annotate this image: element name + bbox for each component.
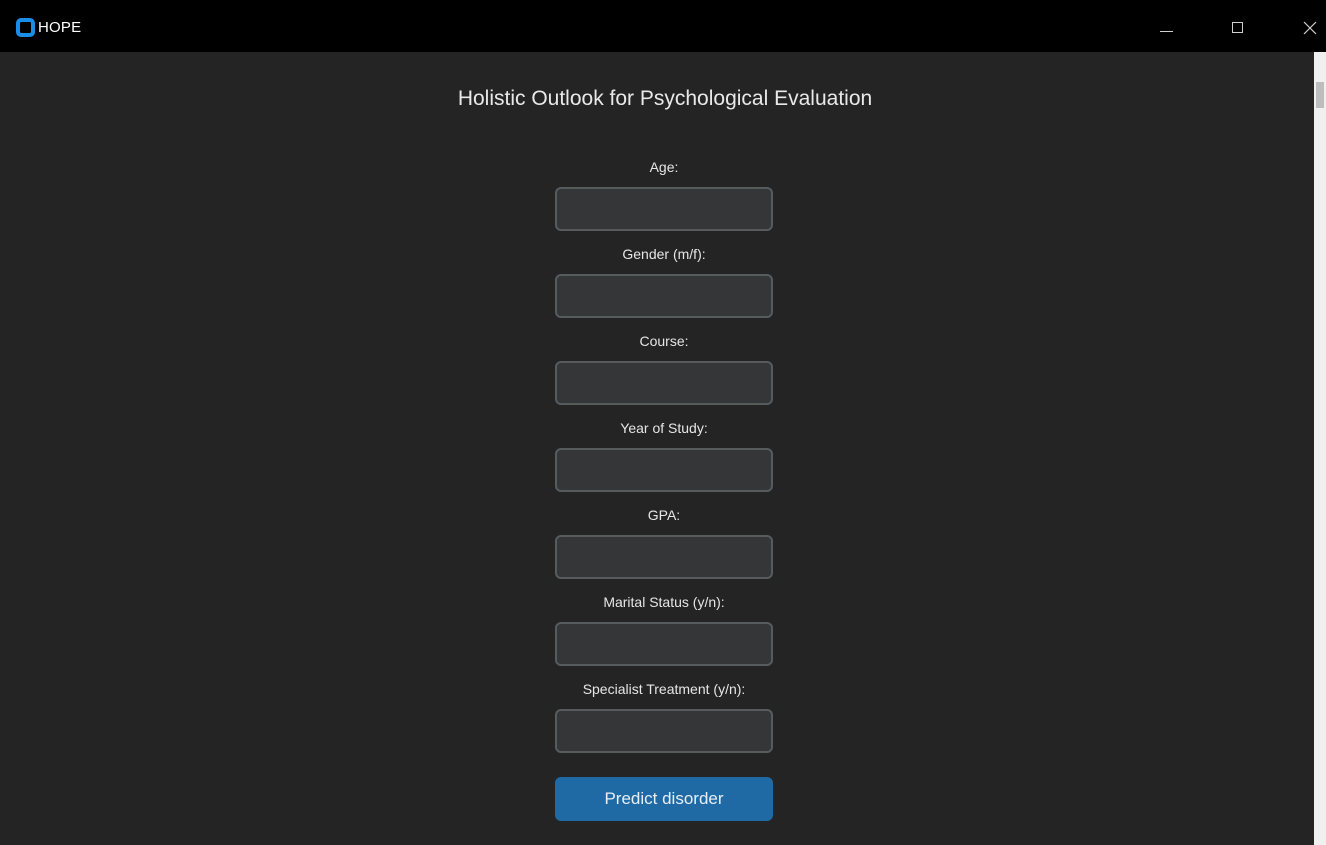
marital-status-label: Marital Status (y/n): — [603, 594, 725, 610]
predict-disorder-button[interactable]: Predict disorder — [555, 777, 773, 821]
app-logo-icon — [16, 18, 35, 37]
page-title: Holistic Outlook for Psychological Evalu… — [457, 87, 873, 110]
scrollbar-thumb[interactable] — [1316, 82, 1324, 108]
title-bar: HOPE — [0, 0, 1326, 52]
gpa-input[interactable] — [555, 535, 773, 579]
window-title: HOPE — [38, 19, 82, 36]
gender-label: Gender (m/f): — [622, 246, 706, 262]
specialist-treatment-label: Specialist Treatment (y/n): — [582, 681, 746, 697]
marital-status-input[interactable] — [555, 622, 773, 666]
maximize-button[interactable] — [1218, 8, 1258, 44]
gender-input[interactable] — [555, 274, 773, 318]
minimize-icon — [1160, 31, 1173, 32]
specialist-treatment-input[interactable] — [555, 709, 773, 753]
age-input[interactable] — [555, 187, 773, 231]
course-input[interactable] — [555, 361, 773, 405]
close-button[interactable] — [1290, 8, 1326, 44]
year-of-study-label: Year of Study: — [620, 420, 708, 436]
year-of-study-input[interactable] — [555, 448, 773, 492]
vertical-scrollbar[interactable] — [1314, 52, 1326, 845]
gpa-label: GPA: — [647, 507, 681, 523]
course-label: Course: — [639, 333, 689, 349]
maximize-icon — [1232, 22, 1243, 33]
age-label: Age: — [649, 159, 679, 175]
close-icon — [1303, 21, 1317, 35]
minimize-button[interactable] — [1146, 8, 1186, 44]
app-window: HOPE Holistic Outlook for Psychological … — [0, 0, 1326, 845]
